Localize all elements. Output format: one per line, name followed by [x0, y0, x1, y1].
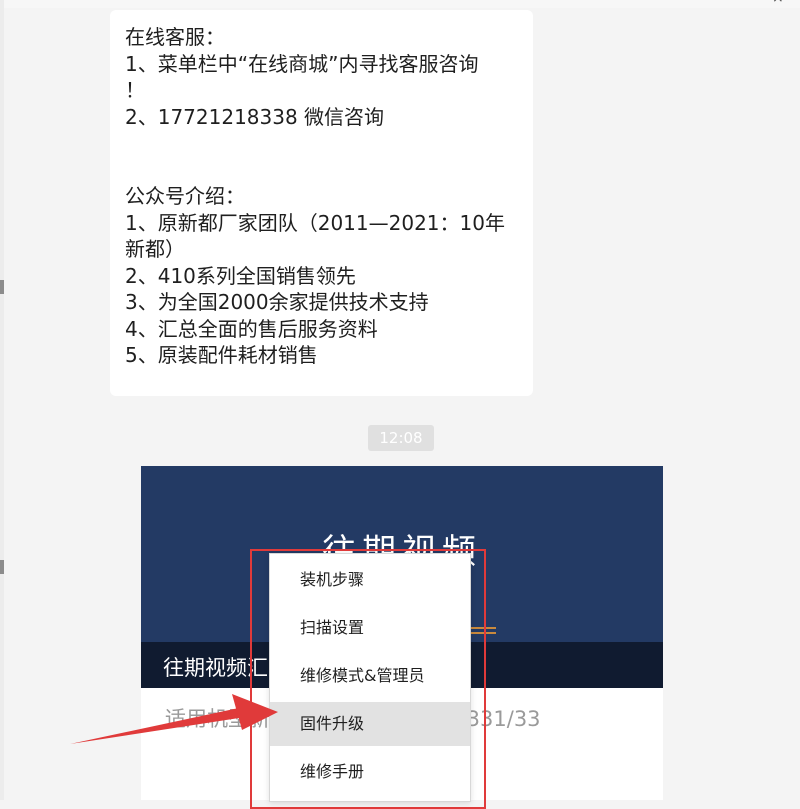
- edge-marker: [0, 560, 4, 574]
- article-caption: 往期视频汇: [163, 656, 268, 680]
- message-text: 在线客服： 1、菜单栏中“在线商城”内寻找客服咨询 ！ 2、1772121833…: [125, 25, 505, 367]
- close-icon[interactable]: ×: [772, 0, 784, 5]
- edge-marker: [0, 280, 4, 294]
- context-menu: 装机步骤 扫描设置 维修模式&管理员 固件升级 维修手册: [269, 553, 471, 802]
- window-left-edge: [0, 0, 4, 800]
- menu-item-install-steps[interactable]: 装机步骤: [270, 558, 470, 602]
- menu-item-scan-settings[interactable]: 扫描设置: [270, 606, 470, 650]
- menu-item-repair-mode-admin[interactable]: 维修模式&管理员: [270, 654, 470, 698]
- timestamp-badge: 12:08: [368, 425, 434, 451]
- menu-item-firmware-upgrade[interactable]: 固件升级: [270, 702, 470, 746]
- window-top-edge: [0, 0, 800, 8]
- menu-item-repair-manual[interactable]: 维修手册: [270, 750, 470, 794]
